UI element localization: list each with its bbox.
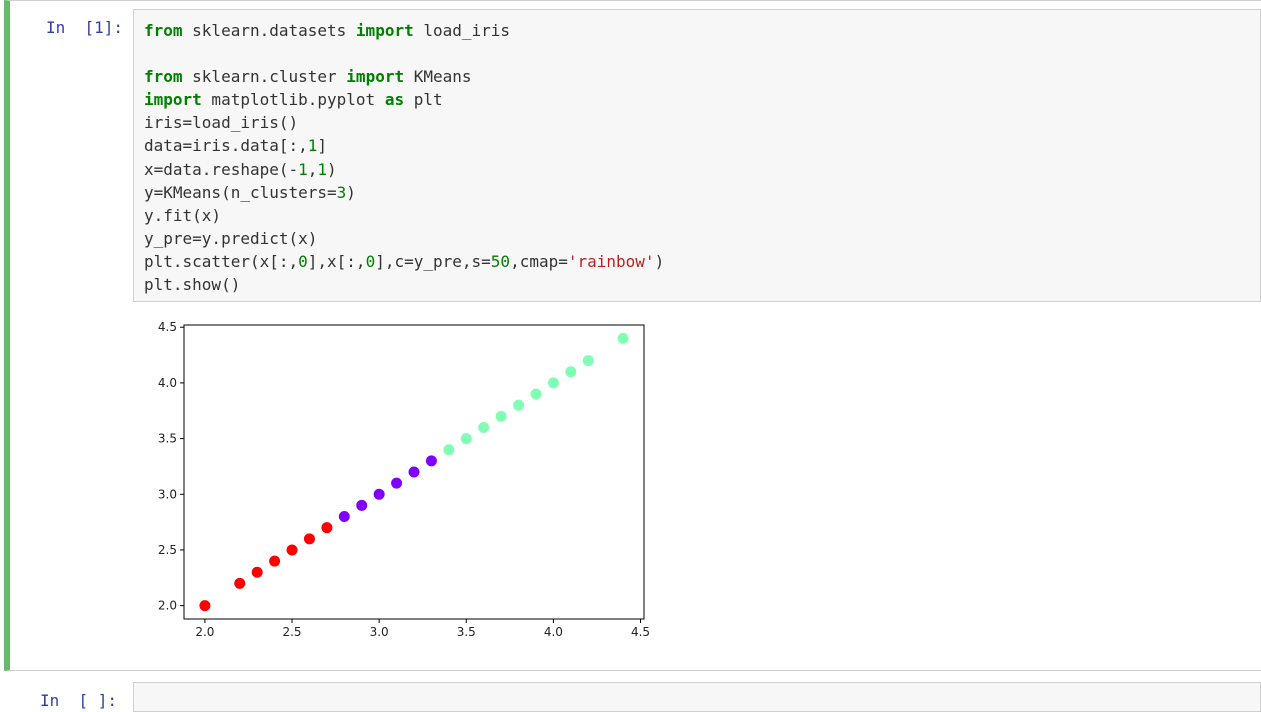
code-token: sklearn.cluster	[182, 67, 347, 87]
scatter-point-green	[530, 388, 542, 400]
code-token: plt.show()	[144, 275, 241, 295]
code-token: import	[346, 67, 405, 87]
code-token: from	[144, 21, 183, 40]
scatter-point-red	[286, 544, 298, 556]
next-code-editor[interactable]	[133, 682, 1261, 712]
code-token: KMeans	[404, 67, 472, 87]
scatter-point-purple	[356, 499, 368, 511]
code-line: from sklearn.cluster import KMeans	[144, 65, 664, 88]
y-tick-label: 2.0	[158, 599, 177, 613]
code-editor[interactable]: from sklearn.datasets import load_iris fr…	[133, 9, 1261, 302]
code-token: ],x[:,	[307, 251, 366, 271]
code-token: data=iris.data[:,	[144, 136, 308, 156]
scatter-point-purple	[373, 488, 385, 500]
scatter-point-green	[565, 366, 577, 378]
x-tick-label: 4.0	[544, 625, 563, 639]
code-token: x=data.reshape(-	[144, 159, 299, 179]
y-tick-label: 4.5	[158, 320, 177, 334]
scatter-point-green	[478, 421, 490, 433]
y-tick-label: 3.5	[158, 432, 177, 446]
input-prompt: In [1]:	[46, 18, 124, 37]
code-line: iris=load_iris()	[144, 111, 664, 134]
scatter-point-green	[547, 377, 559, 389]
scatter-point-green	[513, 399, 525, 411]
scatter-point-red	[303, 533, 315, 545]
code-token: 0	[298, 251, 308, 271]
code-line: data=iris.data[:,1]	[144, 134, 664, 157]
code-token: 0	[365, 251, 376, 271]
code-token: load_iris	[413, 21, 511, 40]
code-token: y.fit(x)	[144, 205, 222, 225]
code-line: y.fit(x)	[144, 204, 664, 227]
scatter-point-green	[617, 332, 629, 344]
x-tick-label: 3.0	[370, 625, 389, 639]
code-token: import	[355, 21, 414, 40]
y-tick-label: 2.5	[158, 543, 177, 557]
code-token: y_pre=y.predict(x)	[144, 228, 318, 248]
code-token: as	[384, 90, 405, 110]
scatter-point-red	[234, 577, 246, 589]
code-token: plt.scatter(x[:,	[144, 251, 299, 271]
scatter-point-green	[495, 410, 507, 422]
code-token: 1	[307, 136, 318, 156]
code-line: y=KMeans(n_clusters=3)	[144, 181, 664, 204]
code-token: sklearn.datasets	[182, 21, 356, 40]
code-text: from sklearn.datasets import load_iris fr…	[144, 19, 664, 296]
scatter-point-green	[443, 444, 455, 456]
output-area: 2.0 2.5 3.0 3.5 4.0 4.5 2.0 2.5 3.0 3.5 4.0 4.5	[140, 316, 660, 656]
code-token: 1	[317, 159, 328, 179]
scatter-point-red	[321, 522, 333, 534]
scatter-point-purple	[391, 477, 403, 489]
scatter-point-purple	[338, 511, 350, 523]
scatter-plot: 2.0 2.5 3.0 3.5 4.0 4.5 2.0 2.5 3.0 3.5 4.0 4.5	[158, 320, 650, 639]
code-token: from	[144, 67, 183, 87]
scatter-point-purple	[425, 455, 437, 467]
code-token: ,	[307, 159, 318, 179]
code-token: matplotlib.pyplot	[201, 90, 385, 110]
scatter-point-red	[251, 566, 263, 578]
code-token: ],c=y_pre,s=	[375, 251, 491, 271]
x-tick-label: 4.5	[631, 625, 650, 639]
scatter-point-purple	[408, 466, 420, 478]
code-token: )	[346, 182, 356, 202]
code-token: import	[144, 90, 202, 110]
code-token: ]	[317, 136, 328, 156]
x-tick-label: 2.0	[195, 625, 214, 639]
code-line: plt.show()	[144, 273, 664, 296]
next-input-prompt: In [ ]:	[40, 691, 118, 710]
code-token: y=KMeans(n_clusters=	[144, 182, 337, 202]
code-line: import matplotlib.pyplot as plt	[144, 88, 664, 111]
y-tick-label: 4.0	[158, 376, 177, 390]
code-token: )	[654, 251, 665, 271]
code-token: 3	[336, 182, 347, 202]
y-tick-label: 3.0	[158, 487, 177, 501]
code-line: from sklearn.datasets import load_iris	[144, 19, 664, 42]
code-token: ,cmap=	[510, 251, 568, 271]
code-token: 1	[298, 159, 308, 179]
scatter-point-green	[582, 355, 594, 367]
code-token: plt	[404, 90, 443, 110]
scatter-point-green	[460, 433, 472, 445]
code-token: )	[327, 159, 337, 179]
code-token: iris=load_iris()	[144, 113, 299, 133]
x-tick-label: 3.5	[457, 625, 476, 639]
code-token: 'rainbow'	[567, 251, 655, 271]
code-token: 50	[490, 251, 511, 271]
scatter-point-red	[199, 600, 211, 612]
scatter-point-red	[269, 555, 281, 567]
code-line: plt.scatter(x[:,0],x[:,0],c=y_pre,s=50,c…	[144, 250, 664, 273]
code-line: x=data.reshape(-1,1)	[144, 158, 664, 181]
code-line: y_pre=y.predict(x)	[144, 227, 664, 250]
x-tick-label: 2.5	[282, 625, 301, 639]
